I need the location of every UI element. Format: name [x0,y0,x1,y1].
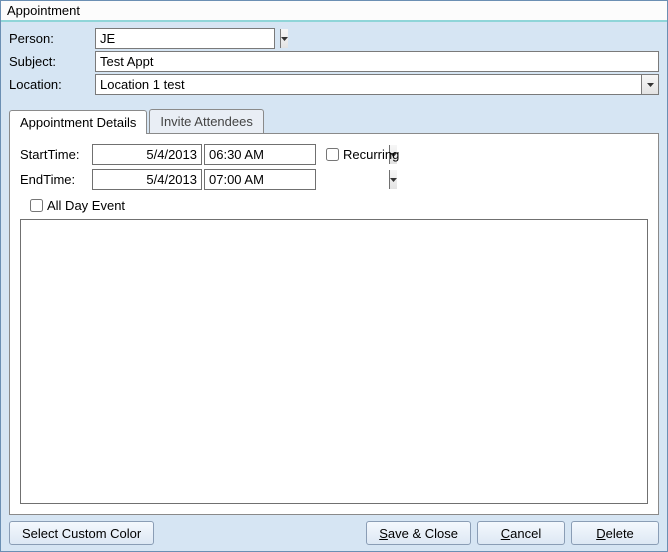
delete-button[interactable]: Delete [571,521,659,545]
tabstrip: Appointment Details Invite Attendees [9,109,659,133]
starttime-label: StartTime: [20,147,92,162]
tab-invite-attendees[interactable]: Invite Attendees [149,109,264,133]
location-label: Location: [9,77,95,92]
location-input[interactable] [96,75,641,94]
chevron-down-icon [647,83,654,87]
window-title: Appointment [1,1,667,22]
select-custom-color-button[interactable]: Select Custom Color [9,521,154,545]
location-combo[interactable] [95,74,659,95]
allday-checkbox[interactable] [30,199,43,212]
person-label: Person: [9,31,95,46]
person-combo[interactable] [95,28,275,49]
end-time-combo[interactable] [204,169,316,190]
subject-label: Subject: [9,54,95,69]
end-time-input[interactable] [205,170,389,189]
chevron-down-icon [281,37,288,41]
header-form: Person: Subject: Location: [1,22,667,103]
tab-panel-details: StartTime: Recurring EndTime: [9,133,659,515]
appointment-window: Appointment Person: Subject: Location: [0,0,668,552]
save-close-button[interactable]: Save & Close [366,521,471,545]
notes-textarea[interactable] [20,219,648,504]
footer-button-group: Save & Close Cancel Delete [366,521,659,545]
chevron-down-icon [390,178,397,182]
subject-input[interactable] [96,52,658,71]
location-dropdown-button[interactable] [641,75,658,94]
recurring-label: Recurring [343,147,399,162]
endtime-label: EndTime: [20,172,92,187]
end-time-dropdown-button[interactable] [389,170,397,189]
start-time-combo[interactable] [204,144,316,165]
tab-appointment-details[interactable]: Appointment Details [9,110,147,134]
cancel-button[interactable]: Cancel [477,521,565,545]
subject-field[interactable] [95,51,659,72]
end-date-input[interactable] [92,169,202,190]
tabs-container: Appointment Details Invite Attendees Sta… [1,103,667,515]
allday-checkbox-wrap[interactable]: All Day Event [30,198,648,213]
person-dropdown-button[interactable] [280,29,288,48]
person-input[interactable] [96,29,280,48]
recurring-checkbox[interactable] [326,148,339,161]
recurring-checkbox-wrap[interactable]: Recurring [326,147,399,162]
footer: Select Custom Color Save & Close Cancel … [1,515,667,551]
start-date-input[interactable] [92,144,202,165]
allday-label: All Day Event [47,198,125,213]
